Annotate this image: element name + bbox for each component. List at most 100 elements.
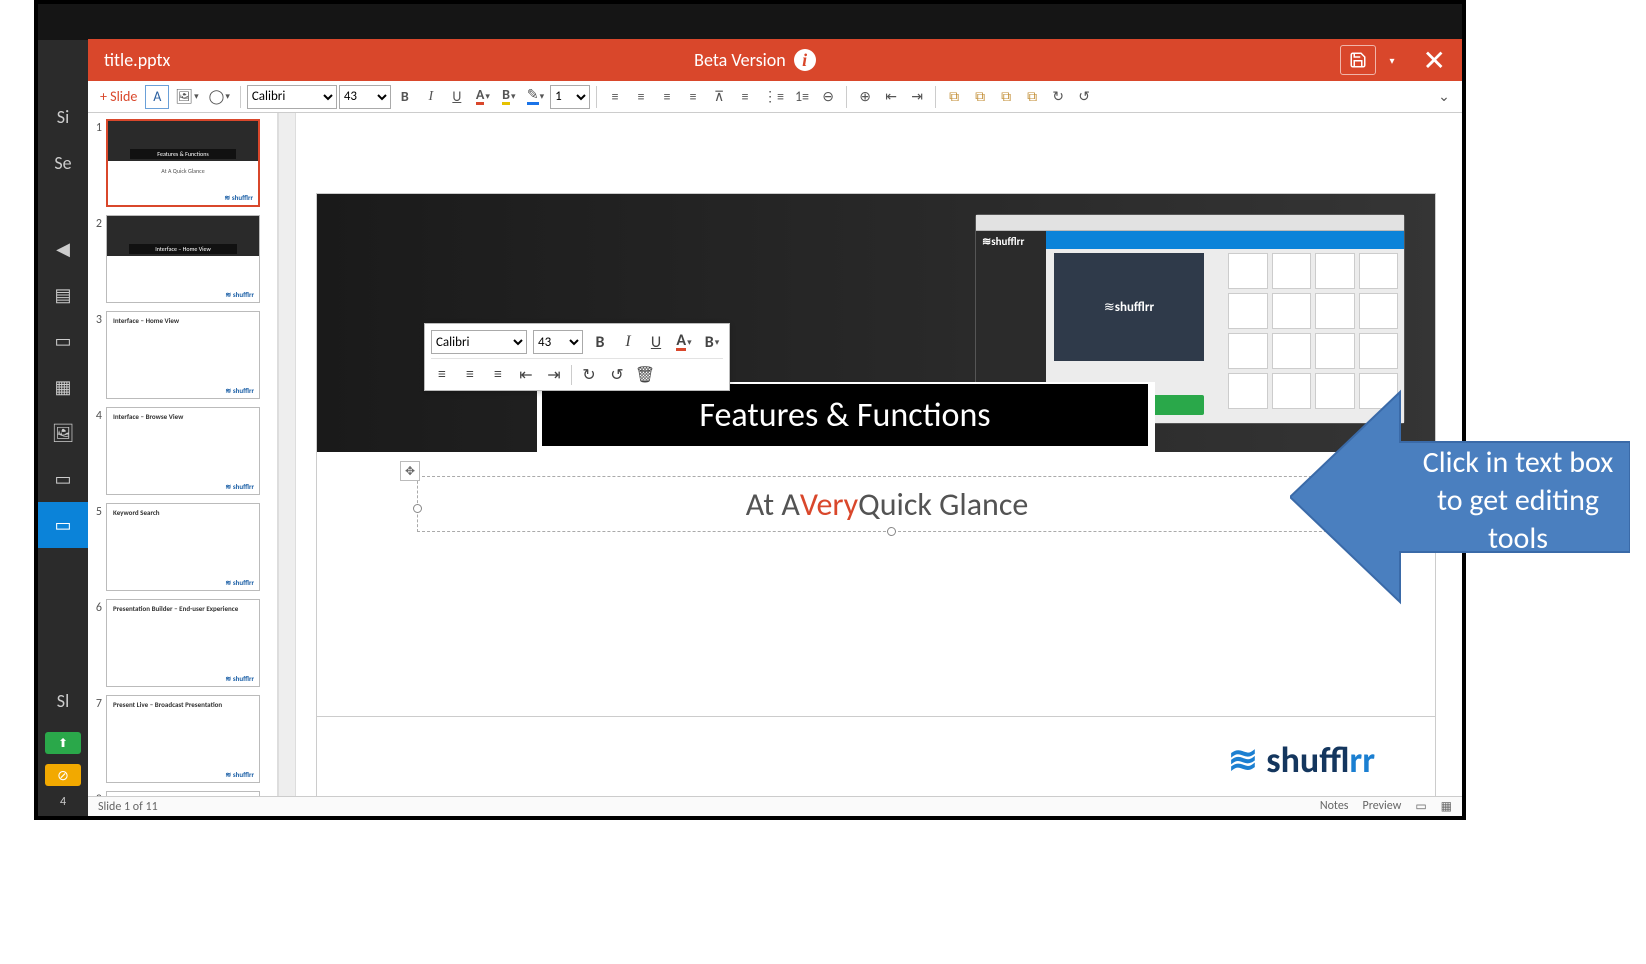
- page-icon[interactable]: ▤: [38, 272, 88, 318]
- bullets-icon[interactable]: ⋮≡: [759, 85, 788, 109]
- font-color-button[interactable]: A▾: [471, 85, 495, 109]
- redo-icon[interactable]: ↻: [1046, 85, 1070, 109]
- slide-subtitle-textbox[interactable]: ✥ At A Very Quick Glance: [417, 476, 1357, 532]
- slide-thumbnail[interactable]: Features & FunctionsAt A Quick Glanceshu…: [106, 119, 260, 207]
- host-sidebar: Si Se ◀ ▤ ▭ ▦ 🖼 ▭ ▭ Sl ⬆ ⊘ 4: [38, 94, 88, 816]
- add-slide-button[interactable]: + Slide: [94, 88, 143, 105]
- move-handle-icon[interactable]: ✥: [400, 461, 420, 481]
- slide-thumbnail[interactable]: Interface – Home Viewshufflrr: [106, 311, 260, 399]
- valign-mid-icon[interactable]: ≡: [733, 85, 757, 109]
- floating-format-toolbar[interactable]: Calibri 43 B I U A▾ B▾ ≡ ≡ ≡ ⇤ ⇥: [424, 323, 730, 391]
- align-left-icon[interactable]: ≡: [603, 85, 627, 109]
- film-icon[interactable]: ▭: [38, 456, 88, 502]
- preview-toggle[interactable]: Preview: [1363, 799, 1402, 814]
- slide-thumbnail[interactable]: Keyword Searchshufflrr: [106, 503, 260, 591]
- mini-highlight-button[interactable]: B▾: [701, 331, 723, 353]
- brand-logo: shufflrr: [1228, 738, 1375, 782]
- image-icon[interactable]: 🖼: [38, 410, 88, 456]
- subtitle-red: Very: [800, 485, 858, 524]
- slide-thumbnail[interactable]: Present Live – Broadcast Presentationshu…: [106, 695, 260, 783]
- app-frame: Si Se ◀ ▤ ▭ ▦ 🖼 ▭ ▭ Sl ⬆ ⊘ 4 title.pptx …: [34, 0, 1466, 820]
- valign-top-icon[interactable]: ⊼: [707, 85, 731, 109]
- mini-align-left-icon[interactable]: ≡: [431, 364, 453, 386]
- align-right-icon[interactable]: ≡: [655, 85, 679, 109]
- thumb-row[interactable]: 5Keyword Searchshufflrr: [90, 503, 275, 591]
- align-center-icon[interactable]: ≡: [629, 85, 653, 109]
- canvas-area[interactable]: ≋shufflrr ≋shufflrr Features & Functions: [296, 113, 1462, 796]
- info-icon[interactable]: i: [794, 49, 816, 71]
- thumb-row[interactable]: 2Interface – Home Viewshufflrr: [90, 215, 275, 303]
- upload-icon[interactable]: ⬆: [45, 732, 81, 754]
- indent-right-icon[interactable]: ⇥: [905, 85, 929, 109]
- back-icon[interactable]: ◀: [38, 226, 88, 272]
- mini-bold-button[interactable]: B: [589, 331, 611, 353]
- present-icon[interactable]: ▭: [38, 502, 88, 548]
- numbering-icon[interactable]: 1≡: [790, 85, 814, 109]
- mini-font-color-button[interactable]: A▾: [673, 331, 695, 353]
- thumb-row[interactable]: 7Present Live – Broadcast Presentationsh…: [90, 695, 275, 783]
- paste-icon[interactable]: ⧉: [968, 85, 992, 109]
- group-icon[interactable]: ⧉: [1020, 85, 1044, 109]
- pen-button[interactable]: ✎▾: [523, 85, 548, 109]
- close-button[interactable]: ✕: [1423, 43, 1446, 78]
- font-size-select[interactable]: 43: [339, 85, 391, 109]
- mini-delete-icon[interactable]: 🗑: [634, 364, 656, 386]
- bold-button[interactable]: B: [393, 85, 417, 109]
- mini-font-select[interactable]: Calibri: [431, 330, 527, 354]
- host-tab-sl[interactable]: Sl: [38, 678, 88, 724]
- chevron-down-icon[interactable]: ⌄: [1432, 85, 1456, 109]
- block-icon[interactable]: ⊘: [45, 764, 81, 786]
- main-toolbar: + Slide A 🖼▾ ◯▾ Calibri 43 B I U A▾ B▾ ✎…: [88, 81, 1462, 113]
- textbox-icon[interactable]: A: [145, 85, 169, 109]
- host-tab-se[interactable]: Se: [38, 140, 88, 186]
- slide-thumbnail[interactable]: Interface – Browse Viewshufflrr: [106, 407, 260, 495]
- underline-button[interactable]: U: [445, 85, 469, 109]
- undo-icon[interactable]: ↺: [1072, 85, 1096, 109]
- thumb-number: 2: [90, 215, 106, 231]
- slide-title[interactable]: Features & Functions: [542, 384, 1148, 446]
- font-select[interactable]: Calibri: [247, 85, 337, 109]
- lineheight-select[interactable]: 1: [550, 85, 590, 109]
- view-normal-icon[interactable]: ▭: [1415, 799, 1426, 814]
- notes-toggle[interactable]: Notes: [1320, 799, 1349, 814]
- mini-align-center-icon[interactable]: ≡: [459, 364, 481, 386]
- mini-indent-right-icon[interactable]: ⇥: [543, 364, 565, 386]
- mini-indent-left-icon[interactable]: ⇤: [515, 364, 537, 386]
- thumb-number: 3: [90, 311, 106, 327]
- indent-plus-icon[interactable]: ⊕: [853, 85, 877, 109]
- thumb-row[interactable]: 6Presentation Builder – End-user Experie…: [90, 599, 275, 687]
- save-dropdown-icon[interactable]: ▾: [1384, 54, 1401, 67]
- mini-align-right-icon[interactable]: ≡: [487, 364, 509, 386]
- subtitle-post: Quick Glance: [858, 485, 1028, 524]
- shape-icon[interactable]: ◯▾: [205, 85, 234, 109]
- mini-undo-icon[interactable]: ↺: [606, 364, 628, 386]
- copy-icon[interactable]: ⧉: [942, 85, 966, 109]
- thumb-scrollbar[interactable]: [278, 113, 296, 796]
- slide-canvas[interactable]: ≋shufflrr ≋shufflrr Features & Functions: [316, 193, 1436, 796]
- mini-underline-button[interactable]: U: [645, 331, 667, 353]
- mini-size-select[interactable]: 43: [533, 330, 583, 354]
- save-button[interactable]: [1340, 45, 1376, 75]
- indent-left-icon[interactable]: ⇤: [879, 85, 903, 109]
- align-justify-icon[interactable]: ≡: [681, 85, 705, 109]
- grid-icon[interactable]: ▦: [38, 364, 88, 410]
- editor-titlebar: title.pptx Beta Version i ▾ ✕: [88, 39, 1462, 81]
- duplicate-icon[interactable]: ⧉: [994, 85, 1018, 109]
- thumb-number: 5: [90, 503, 106, 519]
- view-grid-icon[interactable]: ▦: [1441, 799, 1452, 814]
- thumb-row[interactable]: 3Interface – Home Viewshufflrr: [90, 311, 275, 399]
- host-tab-si[interactable]: Si: [38, 94, 88, 140]
- outdent-circle-icon[interactable]: ⊖: [816, 85, 840, 109]
- slide-thumbnail[interactable]: Interface – Home Viewshufflrr: [106, 215, 260, 303]
- italic-button[interactable]: I: [419, 85, 443, 109]
- display-icon[interactable]: ▭: [38, 318, 88, 364]
- mini-italic-button[interactable]: I: [617, 331, 639, 353]
- highlight-button[interactable]: B▾: [497, 85, 521, 109]
- callout-arrow: Click in text box to get editing tools: [1290, 352, 1630, 642]
- mini-redo-icon[interactable]: ↻: [578, 364, 600, 386]
- thumb-row[interactable]: 4Interface – Browse Viewshufflrr: [90, 407, 275, 495]
- thumb-row[interactable]: 1Features & FunctionsAt A Quick Glancesh…: [90, 119, 275, 207]
- picture-icon[interactable]: 🖼▾: [171, 85, 202, 109]
- slide-thumbnail[interactable]: Presentation Builder – End-user Experien…: [106, 599, 260, 687]
- divider: [317, 716, 1435, 717]
